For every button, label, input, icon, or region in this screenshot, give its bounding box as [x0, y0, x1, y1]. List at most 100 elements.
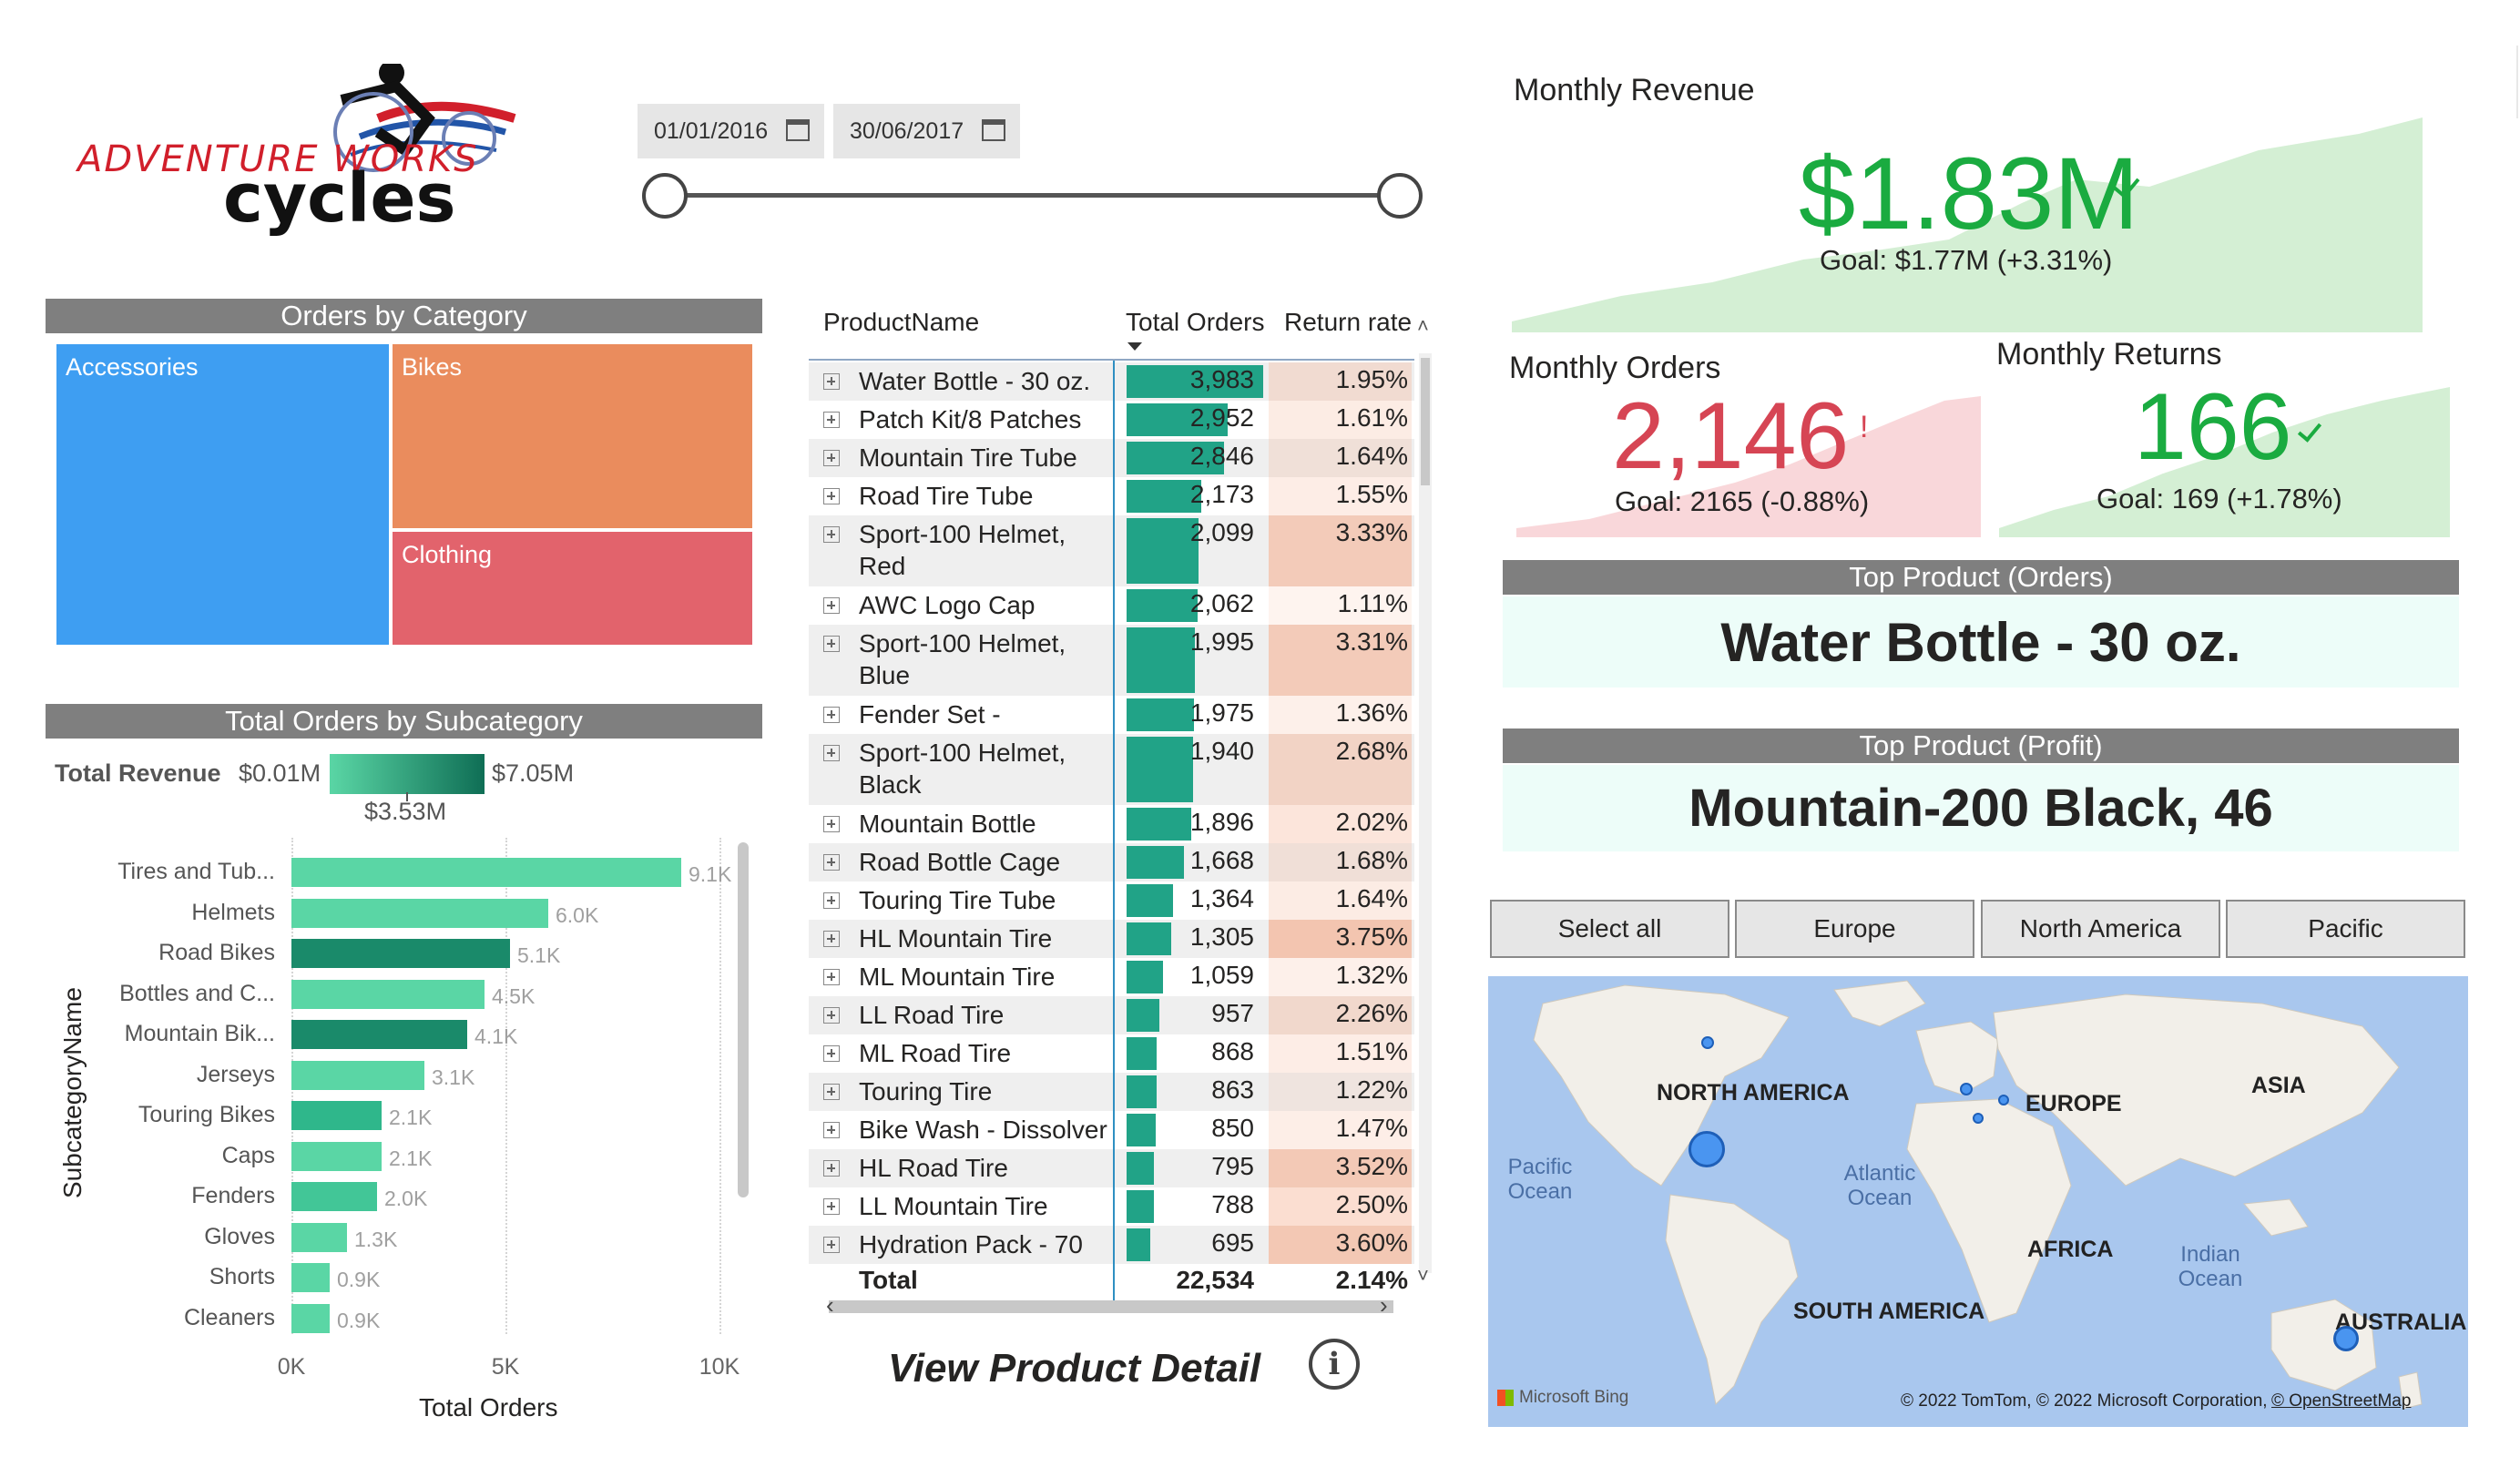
expand-row-icon[interactable]: [823, 1045, 840, 1062]
table-row[interactable]: Road Tire Tube 2,173 1.55%: [809, 477, 1414, 515]
subcategory-bar[interactable]: [291, 979, 485, 1009]
info-icon[interactable]: i: [1309, 1339, 1360, 1390]
table-row[interactable]: LL Road Tire 957 2.26%: [809, 996, 1414, 1034]
subcategory-bar[interactable]: [291, 1020, 467, 1049]
expand-row-icon[interactable]: [823, 1007, 840, 1024]
logo-text-cycles: cycles: [223, 159, 456, 238]
expand-row-icon[interactable]: [823, 745, 840, 761]
expand-row-icon[interactable]: [823, 373, 840, 390]
map-bubble-uk[interactable]: [1960, 1083, 1973, 1095]
return-rate-value: 2.26%: [1335, 999, 1408, 1027]
expand-row-icon[interactable]: [823, 931, 840, 947]
subcategory-bar[interactable]: [291, 1141, 382, 1171]
column-header-return-rate[interactable]: Return rate: [1284, 308, 1412, 337]
table-row[interactable]: Fender Set - 1,975 1.36%: [809, 696, 1414, 734]
calendar-icon[interactable]: [786, 119, 810, 141]
table-row[interactable]: Hydration Pack - 70 695 3.60%: [809, 1226, 1414, 1264]
expand-row-icon[interactable]: [823, 1122, 840, 1138]
map-copyright: © 2022 TomTom, © 2022 Microsoft Corporat…: [1901, 1391, 2268, 1411]
expand-row-icon[interactable]: [823, 488, 840, 504]
subcategory-bar[interactable]: [291, 858, 681, 887]
view-product-detail-button[interactable]: View Product Detail i: [888, 1339, 1380, 1402]
openstreetmap-link[interactable]: © OpenStreetMap: [2271, 1391, 2411, 1411]
chart-scrollbar[interactable]: [738, 842, 749, 1197]
expand-row-icon[interactable]: [823, 1160, 840, 1177]
column-header-productname[interactable]: ProductName: [823, 308, 979, 337]
table-row[interactable]: AWC Logo Cap 2,062 1.11%: [809, 586, 1414, 625]
table-row[interactable]: Touring Tire 863 1.22%: [809, 1073, 1414, 1111]
region-europe-button[interactable]: Europe: [1735, 900, 1974, 958]
table-row[interactable]: Sport-100 Helmet, Red 2,099 3.33%: [809, 515, 1414, 586]
scroll-down-icon[interactable]: ˅: [1417, 1264, 1429, 1288]
subcategory-bar[interactable]: [291, 939, 510, 968]
region-pacific-button[interactable]: Pacific: [2226, 900, 2465, 958]
expand-row-icon[interactable]: [823, 636, 840, 652]
expand-row-icon[interactable]: [823, 450, 840, 466]
treemap-tile-accessories[interactable]: Accessories: [56, 344, 389, 645]
subcategory-bar[interactable]: [291, 1222, 347, 1252]
subcategory-bar[interactable]: [291, 1303, 330, 1333]
map-bubble-germany[interactable]: [1998, 1095, 2009, 1105]
sort-descending-icon: [1127, 342, 1142, 351]
table-row[interactable]: Road Bottle Cage 1,668 1.68%: [809, 843, 1414, 881]
table-row[interactable]: Touring Tire Tube 1,364 1.64%: [809, 881, 1414, 920]
category-label: Gloves: [204, 1223, 275, 1249]
table-row[interactable]: LL Mountain Tire 788 2.50%: [809, 1187, 1414, 1226]
scroll-up-icon[interactable]: ˄: [1417, 314, 1429, 338]
table-row[interactable]: Mountain Bottle 1,896 2.02%: [809, 805, 1414, 843]
top-product-orders-value: Water Bottle - 30 oz.: [1720, 612, 2241, 673]
table-row[interactable]: HL Mountain Tire 1,305 3.75%: [809, 920, 1414, 958]
column-header-total-orders[interactable]: Total Orders: [1126, 308, 1265, 337]
table-row[interactable]: Bike Wash - Dissolver 850 1.47%: [809, 1111, 1414, 1149]
expand-row-icon[interactable]: [823, 1237, 840, 1253]
calendar-icon[interactable]: [982, 119, 1005, 141]
expand-row-icon[interactable]: [823, 412, 840, 428]
bar-value-label: 0.9K: [337, 1308, 381, 1332]
region-north-america-button[interactable]: North America: [1981, 900, 2220, 958]
table-row[interactable]: Patch Kit/8 Patches 2,952 1.61%: [809, 401, 1414, 439]
return-rate-value: 1.47%: [1335, 1114, 1408, 1142]
date-range-end-handle[interactable]: [1377, 173, 1423, 219]
table-vertical-scroll-thumb[interactable]: [1421, 358, 1430, 485]
map-bubble-australia[interactable]: [2333, 1326, 2359, 1351]
scroll-right-icon[interactable]: ›: [1380, 1291, 1388, 1319]
table-row[interactable]: Mountain Tire Tube 2,846 1.64%: [809, 439, 1414, 477]
expand-row-icon[interactable]: [823, 854, 840, 871]
expand-row-icon[interactable]: [823, 816, 840, 832]
date-end-input[interactable]: 30/06/2017: [833, 104, 1020, 158]
subcategory-bar[interactable]: [291, 1263, 330, 1292]
map-bubble-france[interactable]: [1973, 1113, 1984, 1124]
table-row[interactable]: Sport-100 Helmet, Blue 1,995 3.31%: [809, 625, 1414, 696]
table-row[interactable]: Sport-100 Helmet, Black 1,940 2.68%: [809, 734, 1414, 805]
table-row[interactable]: Water Bottle - 30 oz. 3,983 1.95%: [809, 362, 1414, 401]
table-horizontal-scrollbar[interactable]: [829, 1300, 1393, 1313]
bar-value-label: 6.0K: [556, 902, 599, 927]
expand-row-icon[interactable]: [823, 892, 840, 909]
orders-map[interactable]: NORTH AMERICA EUROPE ASIA AFRICA SOUTH A…: [1488, 976, 2468, 1427]
treemap-tile-bikes[interactable]: Bikes: [393, 344, 752, 528]
product-name-line2: Black: [859, 770, 922, 799]
table-vertical-scrollbar[interactable]: [1419, 353, 1432, 1273]
subcategory-bar[interactable]: [291, 1060, 424, 1090]
region-select-all-button[interactable]: Select all: [1490, 900, 1729, 958]
expand-row-icon[interactable]: [823, 707, 840, 723]
date-range-track[interactable]: [665, 193, 1400, 198]
date-start-input[interactable]: 01/01/2016: [638, 104, 824, 158]
map-bubble-north-america[interactable]: [1689, 1131, 1725, 1167]
subcategory-bar[interactable]: [291, 1101, 382, 1130]
scroll-left-icon[interactable]: ‹: [826, 1291, 834, 1319]
subcategory-bar[interactable]: [291, 898, 548, 928]
expand-row-icon[interactable]: [823, 526, 840, 543]
expand-row-icon[interactable]: [823, 1084, 840, 1100]
date-range-start-handle[interactable]: [642, 173, 688, 219]
treemap-tile-clothing[interactable]: Clothing: [393, 532, 752, 645]
table-row[interactable]: ML Road Tire 868 1.51%: [809, 1034, 1414, 1073]
table-row[interactable]: HL Road Tire 795 3.52%: [809, 1149, 1414, 1187]
expand-row-icon[interactable]: [823, 597, 840, 614]
expand-row-icon[interactable]: [823, 1198, 840, 1215]
table-row[interactable]: ML Mountain Tire 1,059 1.32%: [809, 958, 1414, 996]
expand-row-icon[interactable]: [823, 969, 840, 985]
monthly-orders-value: 2,146: [1612, 383, 1850, 489]
map-bubble-canada[interactable]: [1701, 1036, 1714, 1049]
subcategory-bar[interactable]: [291, 1182, 377, 1211]
